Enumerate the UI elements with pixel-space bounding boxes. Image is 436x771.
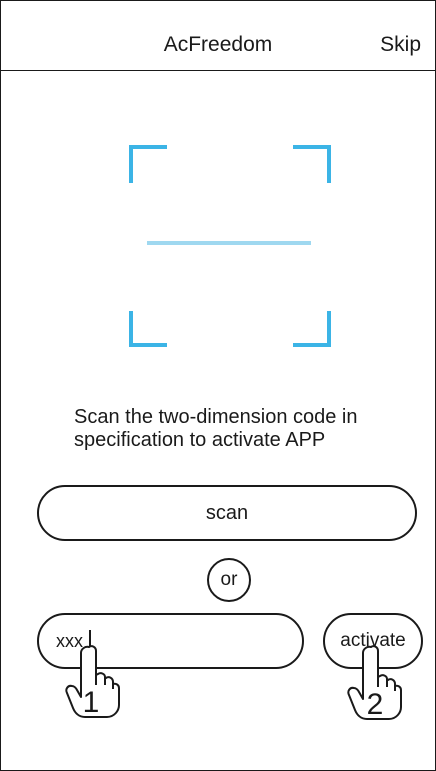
hint-step-1: 1 xyxy=(83,686,100,719)
scan-corner-bottom-left xyxy=(129,311,167,347)
qr-scan-frame-icon xyxy=(129,145,331,347)
scan-button[interactable]: scan xyxy=(37,485,417,541)
pointing-hand-icon: 1 xyxy=(65,645,120,719)
phone-screen: AcFreedom Skip Scan the two-dimension co… xyxy=(0,0,436,771)
scan-instruction-text: Scan the two-dimension code in specifica… xyxy=(74,406,358,451)
hint-step-2: 2 xyxy=(367,688,384,721)
scan-button-label: scan xyxy=(205,501,249,524)
or-divider: or xyxy=(207,558,251,602)
scan-corner-bottom-right xyxy=(293,311,331,347)
scan-corner-top-left xyxy=(129,145,167,183)
or-label: or xyxy=(220,569,238,590)
pointing-hand-icon: 2 xyxy=(347,645,402,721)
scan-corner-top-right xyxy=(293,145,331,183)
